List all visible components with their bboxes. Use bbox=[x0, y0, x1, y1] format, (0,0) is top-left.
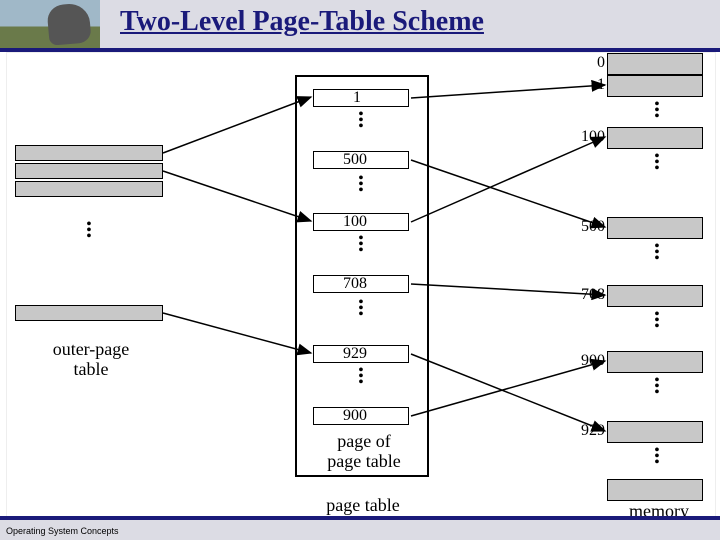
dinosaur-icon bbox=[46, 2, 91, 46]
outer-row bbox=[15, 145, 163, 161]
mem-frame bbox=[607, 285, 703, 307]
vdots-icon: ••• bbox=[651, 103, 663, 121]
inner-entry-value: 500 bbox=[343, 152, 367, 168]
outer-row bbox=[15, 163, 163, 179]
mem-frame-num: 900 bbox=[573, 353, 605, 369]
inner-entry-value: 1 bbox=[353, 90, 361, 106]
diagram-area: ••• outer-page table 1 ••• 500 ••• 100 •… bbox=[6, 52, 716, 518]
mem-frame bbox=[607, 421, 703, 443]
mem-frame bbox=[607, 75, 703, 97]
vdots-icon: ••• bbox=[83, 223, 95, 241]
inner-entry-value: 900 bbox=[343, 408, 367, 424]
outer-table-label: outer-page table bbox=[31, 339, 151, 379]
pageof-label: page of page table bbox=[309, 431, 419, 471]
mem-frame bbox=[607, 127, 703, 149]
mem-frame-num: 929 bbox=[573, 423, 605, 439]
inner-entry-value: 708 bbox=[343, 276, 367, 292]
mem-frame-num: 0 bbox=[591, 55, 605, 71]
mem-frame bbox=[607, 479, 703, 501]
inner-row bbox=[313, 89, 409, 107]
logo-bg bbox=[0, 0, 100, 48]
vdots-icon: ••• bbox=[355, 237, 367, 255]
vdots-icon: ••• bbox=[355, 301, 367, 319]
inner-entry-value: 929 bbox=[343, 346, 367, 362]
vdots-icon: ••• bbox=[355, 369, 367, 387]
slide-title: Two-Level Page-Table Scheme bbox=[120, 4, 484, 40]
mem-frame-num: 708 bbox=[573, 287, 605, 303]
vdots-icon: ••• bbox=[651, 449, 663, 467]
slide-header: Two-Level Page-Table Scheme bbox=[0, 0, 720, 52]
vdots-icon: ••• bbox=[355, 177, 367, 195]
footer-text: Operating System Concepts bbox=[6, 526, 119, 536]
vdots-icon: ••• bbox=[651, 155, 663, 173]
outer-row bbox=[15, 181, 163, 197]
vdots-icon: ••• bbox=[651, 245, 663, 263]
vdots-icon: ••• bbox=[651, 379, 663, 397]
mem-frame-num: 100 bbox=[573, 129, 605, 145]
vdots-icon: ••• bbox=[651, 313, 663, 331]
pagetable-label: page table bbox=[313, 495, 413, 515]
mem-frame bbox=[607, 351, 703, 373]
mem-frame bbox=[607, 217, 703, 239]
mem-frame bbox=[607, 53, 703, 75]
outer-row bbox=[15, 305, 163, 321]
mem-frame-num: 500 bbox=[573, 219, 605, 235]
inner-entry-value: 100 bbox=[343, 214, 367, 230]
mem-frame-num: 1 bbox=[591, 77, 605, 93]
vdots-icon: ••• bbox=[355, 113, 367, 131]
